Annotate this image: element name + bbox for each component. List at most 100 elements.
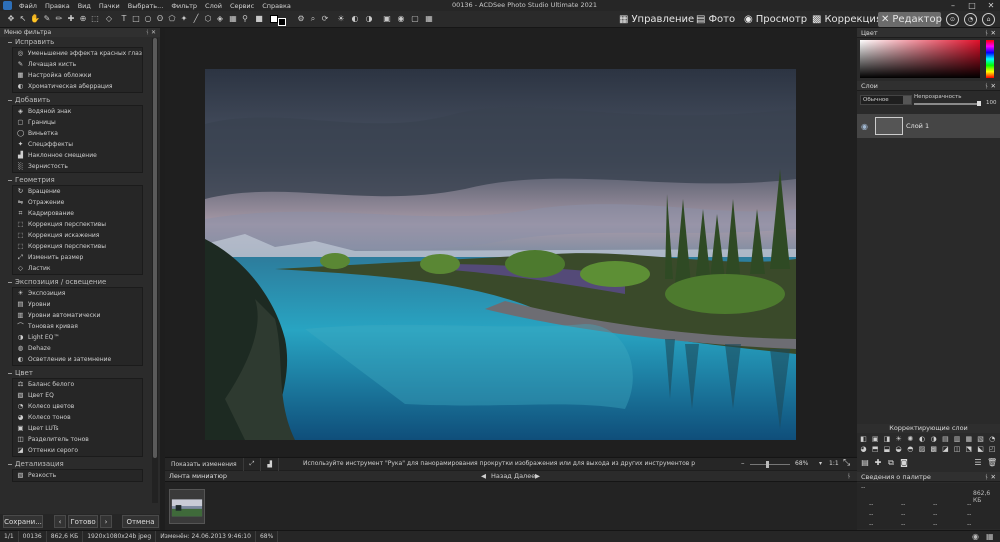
stop-icon[interactable]: ▣	[382, 14, 392, 24]
filter-item[interactable]: ⬚ Коррекция перспективы	[13, 241, 142, 252]
hand-tool-icon[interactable]: ✋	[30, 14, 40, 24]
filter-item[interactable]: ⚖ Баланс белого	[13, 379, 142, 390]
filter-section-title[interactable]: Экспозиция / освещение	[0, 277, 160, 287]
zoom-slider[interactable]	[750, 464, 790, 465]
rotate-tool-icon[interactable]: ⟳	[320, 14, 330, 24]
clone-tool-icon[interactable]: ⊕	[78, 14, 88, 24]
fit-icon[interactable]: ⤢	[244, 457, 262, 471]
opacity-slider[interactable]	[914, 103, 980, 105]
filter-item[interactable]: ⌗ Кадрирование	[13, 208, 142, 219]
layer-name[interactable]: Слой 1	[906, 122, 929, 130]
filter-item[interactable]: ◐ Осветление и затемнение	[13, 354, 142, 365]
menu-batch[interactable]: Пачки	[95, 2, 124, 10]
filter-item[interactable]: ◍ Dehaze	[13, 343, 142, 354]
filter-item[interactable]: ▧ Резкость	[13, 470, 142, 481]
adjustment-layer-icon[interactable]: ▨	[918, 445, 927, 454]
duplicate-layer-icon[interactable]: ⧉	[886, 458, 896, 468]
adjustment-layer-icon[interactable]: ⬒	[871, 445, 880, 454]
filter-item[interactable]: ◯ Виньетка	[13, 128, 142, 139]
back-button[interactable]: Назад	[491, 472, 512, 480]
adjustment-layer-icon[interactable]: ◨	[882, 435, 891, 444]
adjustment-layer-icon[interactable]: ◕	[859, 445, 868, 454]
cancel-button[interactable]: Отмена	[122, 515, 159, 528]
heal-tool-icon[interactable]: ✚	[66, 14, 76, 24]
adjustment-layer-icon[interactable]: ▦	[964, 435, 973, 444]
prev-icon[interactable]: ‹	[54, 515, 66, 528]
filter-item[interactable]: ▟ Наклонное смещение	[13, 150, 142, 161]
menu-layer[interactable]: Слой	[201, 2, 226, 10]
ellipse-select-icon[interactable]: ○	[143, 14, 153, 24]
pin-icon[interactable]: ᚾ ✕	[985, 82, 996, 90]
stats-icon[interactable]: ⊙	[946, 13, 959, 26]
hue-slider[interactable]	[986, 40, 994, 78]
collapse-icon[interactable]	[8, 99, 12, 101]
filter-item[interactable]: ▥ Уровни автоматически	[13, 310, 142, 321]
adjustment-layer-icon[interactable]: ◪	[941, 445, 950, 454]
filter-item[interactable]: ⌒ Тоновая кривая	[13, 321, 142, 332]
filter-item[interactable]: ◇ Ластик	[13, 263, 142, 274]
adjustment-layer-icon[interactable]: ⬔	[964, 445, 973, 454]
menu-view[interactable]: Вид	[74, 2, 95, 10]
cloud-icon[interactable]: ⌂	[982, 13, 995, 26]
mask-icon[interactable]: ◙	[899, 458, 909, 468]
adjustment-layer-icon[interactable]: ◓	[906, 445, 915, 454]
left-scrollbar-thumb[interactable]	[153, 38, 157, 458]
delete-layer-icon[interactable]: 🗑	[987, 458, 997, 468]
layers-icon[interactable]: ▤	[860, 458, 870, 468]
fill-tool-icon[interactable]: ◈	[215, 14, 225, 24]
adjustment-layer-icon[interactable]: ◧	[859, 435, 868, 444]
filter-section-title[interactable]: Детализация	[0, 459, 160, 469]
text-tool-icon[interactable]: T	[119, 14, 129, 24]
next-icon[interactable]: ›	[100, 515, 112, 528]
mode-edit[interactable]: ✕ Редактор	[878, 12, 942, 27]
collapse-icon[interactable]	[8, 179, 12, 181]
adjustment-layer-icon[interactable]: ✺	[906, 435, 915, 444]
brush-tool-icon[interactable]: ✎	[42, 14, 52, 24]
mode-manage[interactable]: ▦ Управление	[616, 12, 697, 27]
zoom-tool-icon[interactable]: ⌕	[308, 14, 318, 24]
fullscreen-icon[interactable]: ⤡	[843, 458, 850, 468]
line-tool-icon[interactable]: ╱	[191, 14, 201, 24]
pin-icon[interactable]: ᚾ ✕	[985, 473, 996, 481]
collapse-icon[interactable]	[8, 463, 12, 465]
show-changes-button[interactable]: Показать изменения	[165, 457, 244, 471]
filter-item[interactable]: ⤢ Изменить размер	[13, 252, 142, 263]
filter-item[interactable]: ◫ Разделитель тонов	[13, 434, 142, 445]
adjustment-layer-icon[interactable]: ⬓	[882, 445, 891, 454]
zoom-slider-knob[interactable]	[766, 461, 770, 468]
filter-item[interactable]: ░ Зернистость	[13, 161, 142, 172]
filter-section-title[interactable]: Исправить	[0, 37, 160, 47]
swatch-tool-icon[interactable]: ■	[254, 14, 264, 24]
back-icon[interactable]: ◀	[481, 472, 486, 480]
forward-icon[interactable]: ▶	[535, 472, 540, 480]
collapse-icon[interactable]	[8, 372, 12, 374]
adjustment-layer-icon[interactable]: ⬕	[976, 445, 985, 454]
status-info-icon[interactable]: ▦	[986, 532, 994, 541]
filter-item[interactable]: ▧ Цвет EQ	[13, 390, 142, 401]
filter-item[interactable]: ◪ Оттенки серого	[13, 445, 142, 456]
filter-item[interactable]: ◐ Хроматическая аберрация	[13, 81, 142, 92]
eraser-tool-icon[interactable]: ◇	[104, 14, 114, 24]
tag-icon[interactable]: ◔	[964, 13, 977, 26]
menu-help[interactable]: Справка	[258, 2, 295, 10]
pointer-tool-icon[interactable]: ↖	[18, 14, 28, 24]
filter-item[interactable]: ✦ Спецэффекты	[13, 139, 142, 150]
forward-button[interactable]: Далее	[514, 472, 535, 480]
filter-item[interactable]: ▤ Уровни	[13, 299, 142, 310]
status-user-icon[interactable]: ◉	[972, 532, 979, 541]
zoom-out-icon[interactable]: –	[741, 459, 745, 467]
menu-select[interactable]: Выбрать...	[124, 2, 168, 10]
filter-item[interactable]: ⬚ Коррекция перспективы	[13, 219, 142, 230]
filter-item[interactable]: ◎ Уменьшение эффекта красных глаз	[13, 48, 142, 59]
mode-photo[interactable]: ▤ Фото	[693, 12, 738, 27]
filmstrip-title[interactable]: Лента миниатюр	[169, 472, 227, 480]
minimize-icon[interactable]: –	[944, 0, 962, 11]
pin-icon[interactable]: ᚾ ✕	[985, 29, 996, 37]
menu-edit[interactable]: Правка	[41, 2, 74, 10]
histogram-icon[interactable]: ▟	[261, 457, 280, 471]
pin-icon[interactable]: ᚾ	[847, 472, 851, 480]
filter-section-title[interactable]: Добавить	[0, 95, 160, 105]
grid-icon[interactable]: ▦	[424, 14, 434, 24]
rect-select-icon[interactable]: □	[131, 14, 141, 24]
zoom-value[interactable]: 68%	[795, 460, 808, 467]
